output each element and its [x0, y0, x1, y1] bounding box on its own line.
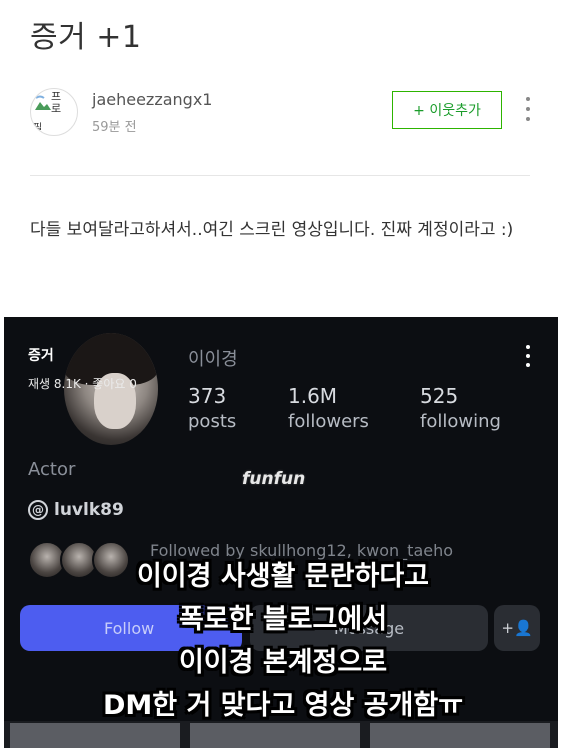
stat-posts-label: posts: [188, 411, 237, 432]
stat-followers-label: followers: [288, 411, 369, 432]
post-title: 증거 +1: [30, 20, 142, 55]
stat-following-value: 525: [420, 384, 459, 408]
avatar[interactable]: 프로 필: [30, 88, 78, 136]
stat-following: 525 following: [420, 383, 501, 435]
stat-followers-value: 1.6M: [288, 384, 338, 408]
post-body: 다들 보여달라고하셔서..여긴 스크린 영상입니다. 진짜 계정이라고 :): [30, 220, 514, 240]
post-time: 59분 전: [92, 120, 137, 135]
profile-more-icon: [524, 345, 532, 367]
stat-followers: 1.6M followers: [288, 383, 369, 435]
author-row: 프로 필 jaeheezzangx1 59분 전 + 이웃추가: [30, 88, 540, 138]
stat-posts: 373 posts: [188, 383, 236, 435]
threads-link: @ luvlk89: [28, 500, 124, 520]
divider: [30, 175, 530, 176]
caption-overlay: 이이경 사생활 문란하다고 폭로한 블로그에서 이이경 본계정으로 DM한 거 …: [6, 555, 560, 727]
author-name[interactable]: jaeheezzangx1: [92, 90, 212, 109]
threads-handle: luvlk89: [54, 500, 124, 520]
avatar-alt-text: 프로: [50, 90, 62, 115]
more-options-icon[interactable]: [518, 94, 538, 124]
stat-posts-value: 373: [188, 384, 227, 408]
caption-line-2: 폭로한 블로그에서: [178, 604, 388, 635]
caption-line-4: DM한 거 맞다고 영상 공개함ㅠ: [102, 690, 464, 721]
video-stats: 재생 8.1K · 좋아요 0: [28, 377, 137, 391]
profile-bio: Actor: [28, 459, 76, 480]
video-tag: 증거: [28, 348, 54, 364]
stat-following-label: following: [420, 411, 501, 432]
avatar-alt-text-2: 필: [33, 123, 43, 134]
caption-line-1: 이이경 사생활 문란하다고: [136, 561, 430, 592]
watermark: funfun: [242, 469, 306, 489]
add-neighbor-button[interactable]: + 이웃추가: [392, 91, 502, 129]
caption-line-3: 이이경 본계정으로: [178, 647, 388, 678]
threads-icon: @: [28, 500, 48, 520]
profile-username: 이이경: [188, 349, 238, 370]
